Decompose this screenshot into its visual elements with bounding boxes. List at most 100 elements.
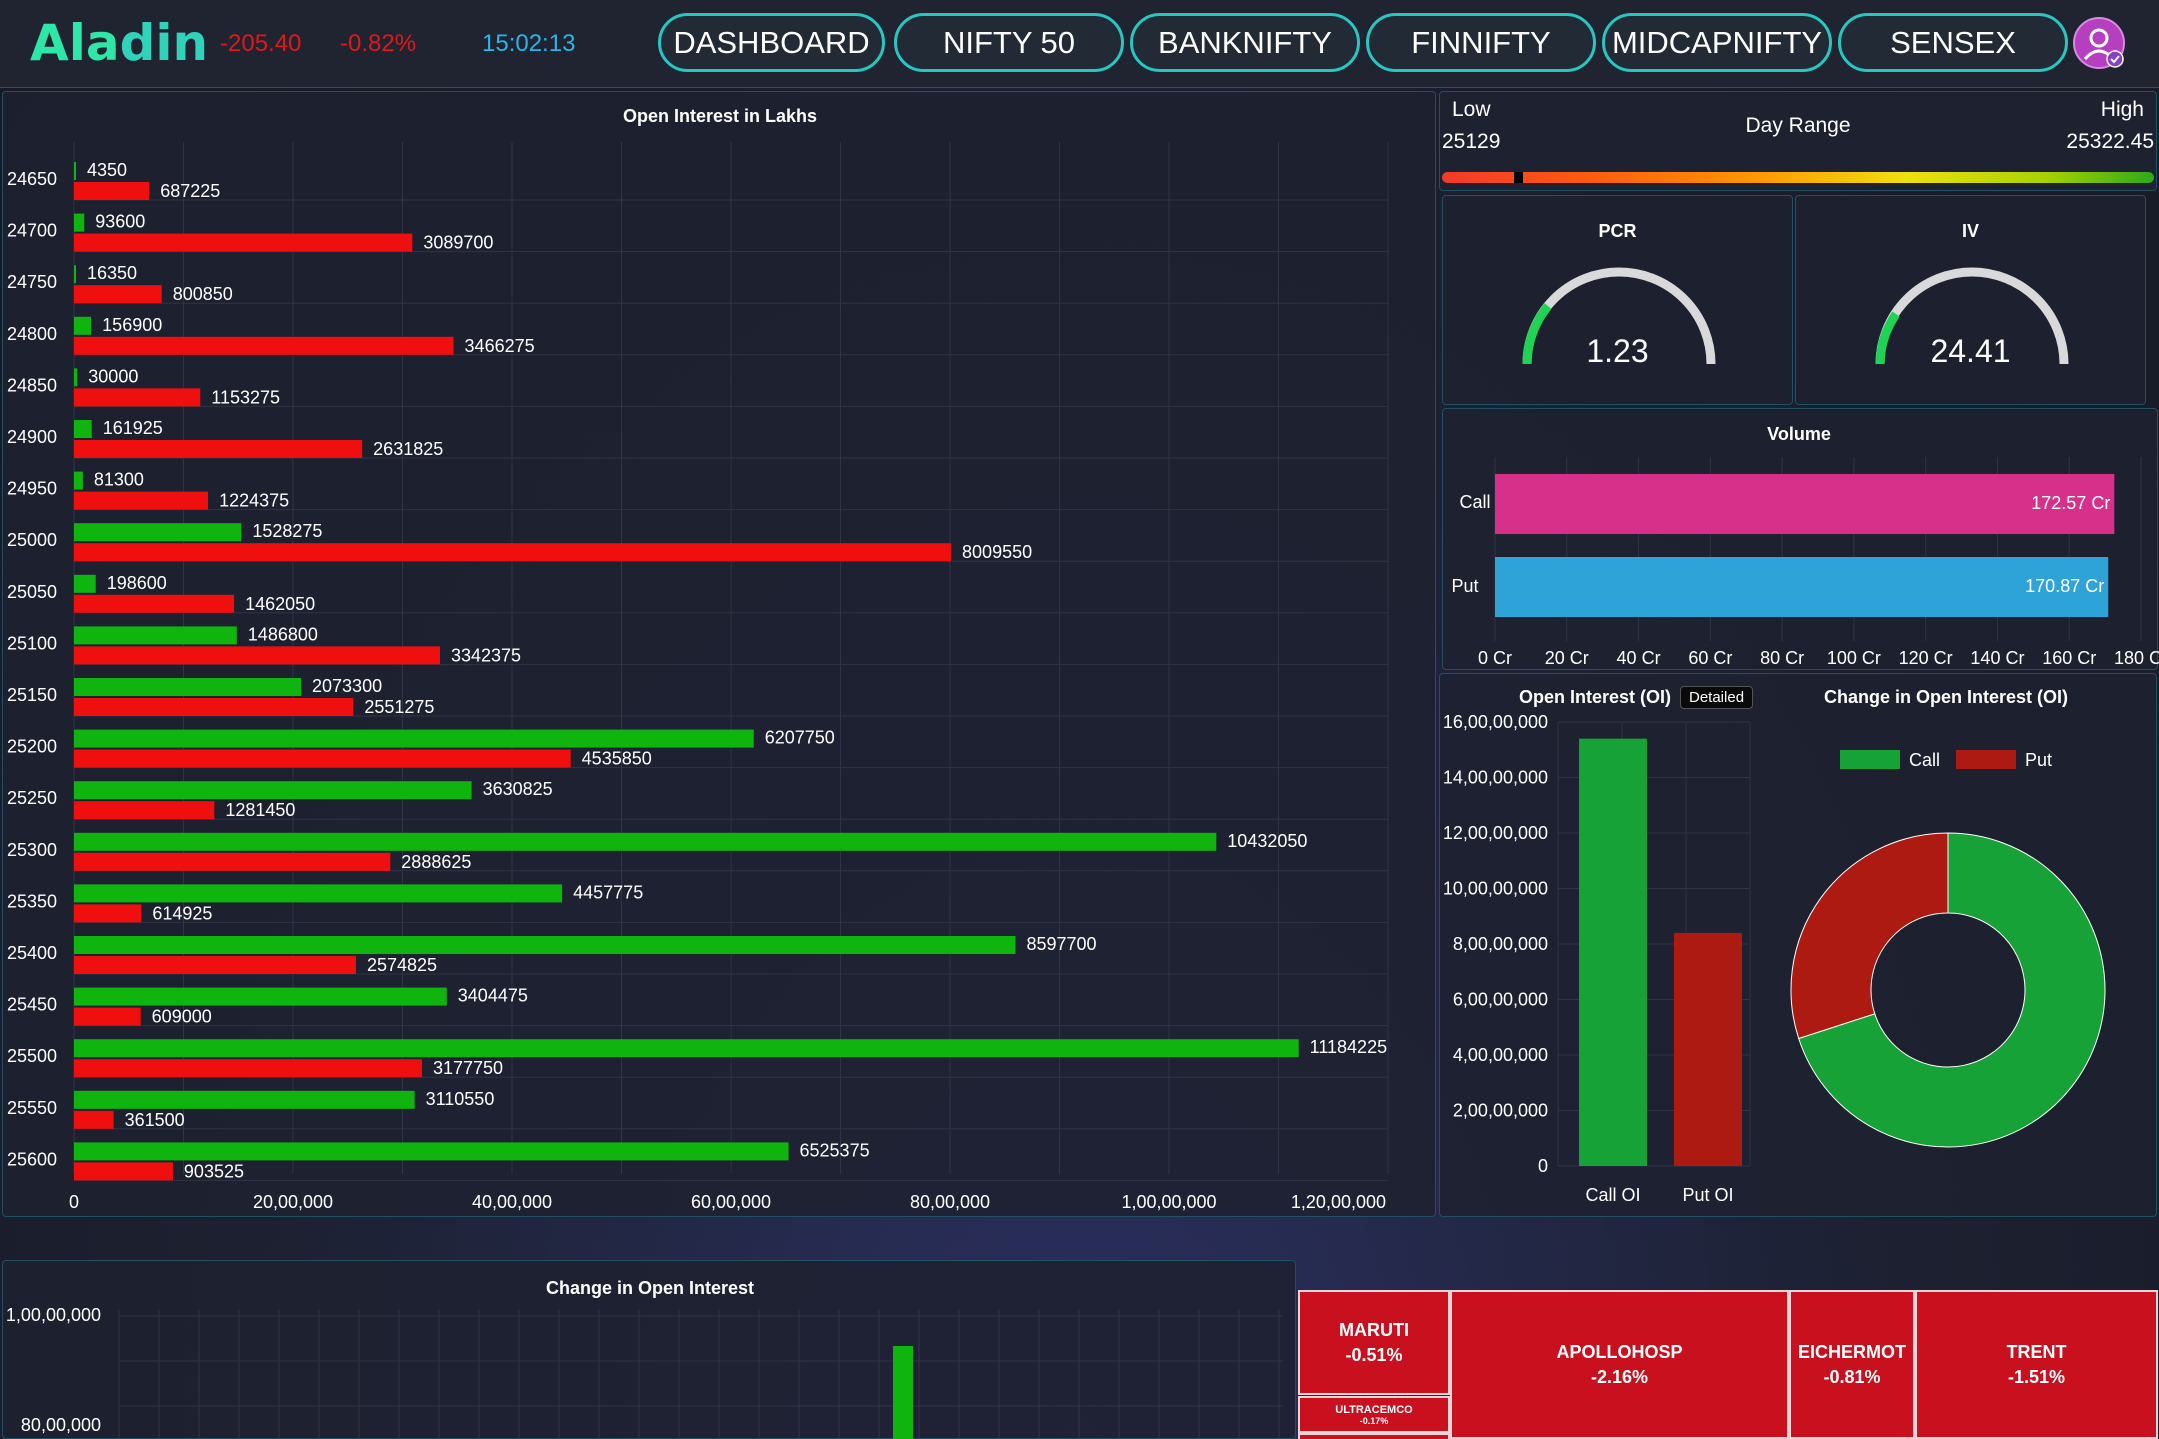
legend-put-label: Put [2025, 750, 2052, 770]
put-oi-bar[interactable] [74, 388, 201, 407]
treemap-pct: -0.51% [1345, 1344, 1403, 1365]
call-oi-bar[interactable] [74, 626, 237, 645]
strike-label: 24850 [7, 375, 57, 395]
put-oi-bar[interactable] [1674, 932, 1742, 1166]
call-oi-bar[interactable] [74, 213, 85, 232]
put-oi-bar[interactable] [74, 956, 356, 974]
put-oi-bar[interactable] [74, 336, 454, 355]
call-oi-value: 156900 [102, 315, 162, 335]
call-oi-bar[interactable] [74, 316, 92, 335]
put-oi-bar[interactable] [74, 749, 571, 768]
nav-sensex-button[interactable]: SENSEX [1838, 13, 2068, 72]
treemap-tile-maruti[interactable]: MARUTI -0.51% [1298, 1290, 1450, 1395]
put-oi-bar[interactable] [74, 904, 142, 923]
volume-x-tick: 100 Cr [1827, 648, 1881, 668]
put-oi-bar[interactable] [74, 285, 162, 304]
nav-banknifty-button[interactable]: BANKNIFTY [1130, 13, 1360, 72]
strike-label: 25050 [7, 582, 57, 602]
open-interest-title: Open Interest in Lakhs [623, 106, 817, 126]
put-oi-value: 3177750 [433, 1058, 503, 1078]
call-oi-bar[interactable] [74, 832, 1217, 851]
oi-y-tick: 14,00,00,000 [1443, 768, 1548, 788]
treemap-tile-small[interactable] [1298, 1433, 1450, 1439]
put-oi-bar[interactable] [74, 543, 952, 562]
put-oi-bar[interactable] [74, 698, 354, 716]
call-oi-bar[interactable] [74, 265, 76, 284]
call-oi-bar[interactable] [74, 729, 754, 748]
volume-x-tick: 20 Cr [1545, 648, 1589, 668]
call-oi-bar[interactable] [74, 987, 447, 1006]
call-oi-value: 81300 [94, 470, 144, 490]
strike-label: 25300 [7, 840, 57, 860]
treemap-name: ULTRACEMCO [1335, 1403, 1413, 1416]
put-oi-value: 8009550 [962, 542, 1032, 562]
x-tick-label: 40,00,000 [472, 1192, 552, 1212]
nav-finnifty-button[interactable]: FINNIFTY [1366, 13, 1596, 72]
call-oi-bar[interactable] [74, 936, 1016, 954]
volume-x-tick: 0 Cr [1478, 648, 1512, 668]
call-oi-bar[interactable] [74, 523, 242, 542]
call-oi-bar[interactable] [74, 678, 302, 696]
call-oi-value: 3630825 [483, 779, 553, 799]
put-oi-bar[interactable] [74, 646, 440, 665]
call-oi-bar[interactable] [74, 781, 472, 800]
put-oi-bar[interactable] [74, 801, 215, 820]
put-oi-bar[interactable] [74, 491, 209, 510]
treemap-pct: -1.51% [2007, 1366, 2066, 1387]
strike-label: 25000 [7, 530, 57, 550]
strike-label: 24700 [7, 221, 57, 241]
call-oi-bar[interactable] [74, 420, 92, 438]
app-logo[interactable]: Aladin [30, 14, 208, 72]
index-change: -205.40 [220, 30, 302, 57]
volume-panel: Volume Call Put 172.57 Cr 170.87 Cr 0 Cr… [1442, 408, 2159, 670]
change-oi-ytick-top: 1,00,00,000 [6, 1305, 101, 1325]
put-oi-bar[interactable] [74, 852, 391, 871]
change-oi-donut-title: Change in Open Interest (OI) [1824, 687, 2068, 707]
put-oi-bar[interactable] [74, 182, 150, 200]
volume-x-tick: 160 Cr [2042, 648, 2096, 668]
call-oi-bar[interactable] [74, 368, 78, 387]
call-oi-value: 161925 [103, 418, 163, 438]
donut-put-slice[interactable] [1790, 832, 1949, 1040]
user-avatar-icon[interactable] [2073, 17, 2125, 69]
strike-label: 25400 [7, 943, 57, 963]
call-oi-bar[interactable] [74, 884, 563, 903]
call-oi-bar[interactable] [74, 1142, 789, 1161]
put-oi-bar[interactable] [74, 594, 235, 613]
detailed-button[interactable]: Detailed [1680, 686, 1754, 709]
put-oi-bar[interactable] [74, 233, 413, 252]
pcr-value: 1.23 [1586, 333, 1649, 369]
call-oi-bar[interactable] [74, 1090, 415, 1109]
day-range-title: Day Range [1745, 114, 1851, 137]
put-oi-bar[interactable] [74, 1110, 114, 1129]
volume-call-bar[interactable] [1495, 474, 2115, 534]
volume-call-label: Call [1459, 492, 1490, 512]
call-oi-bar[interactable] [74, 471, 83, 490]
put-oi-bar[interactable] [74, 1059, 422, 1078]
call-oi-bar[interactable] [74, 1039, 1299, 1058]
call-oi-bar[interactable] [74, 162, 76, 180]
user-avatar-glyph [2083, 28, 2124, 68]
put-oi-bar[interactable] [74, 1162, 173, 1181]
treemap-tile-apollohosp[interactable]: APOLLOHOSP -2.16% [1450, 1290, 1789, 1439]
volume-put-bar[interactable] [1495, 557, 2109, 617]
put-oi-label: Put OI [1682, 1185, 1733, 1205]
nav-midcapnifty-button[interactable]: MIDCAPNIFTY [1602, 13, 1832, 72]
put-oi-bar[interactable] [74, 1007, 141, 1026]
call-oi-bar[interactable] [74, 574, 96, 593]
call-oi-bar[interactable] [1579, 738, 1647, 1166]
day-range-high-value: 25322.45 [2066, 130, 2154, 153]
treemap-tile-trent[interactable]: TRENT -1.51% [1915, 1290, 2158, 1439]
treemap-tile-ultracemco[interactable]: ULTRACEMCO -0.17% [1298, 1396, 1450, 1433]
call-oi-value: 1528275 [252, 521, 322, 541]
put-oi-value: 2551275 [364, 697, 434, 717]
nav-nifty50-button[interactable]: NIFTY 50 [894, 13, 1124, 72]
put-oi-bar[interactable] [74, 440, 363, 458]
oi-y-tick: 4,00,00,000 [1453, 1045, 1548, 1065]
change-oi-donut[interactable] [1790, 832, 2106, 1148]
treemap-tile-eichermot[interactable]: EICHERMOT -0.81% [1789, 1290, 1915, 1439]
volume-put-label: Put [1451, 576, 1478, 596]
put-oi-value: 1462050 [245, 594, 315, 614]
change-oi-bar[interactable] [893, 1346, 913, 1439]
nav-dashboard-button[interactable]: DASHBOARD [658, 13, 885, 72]
